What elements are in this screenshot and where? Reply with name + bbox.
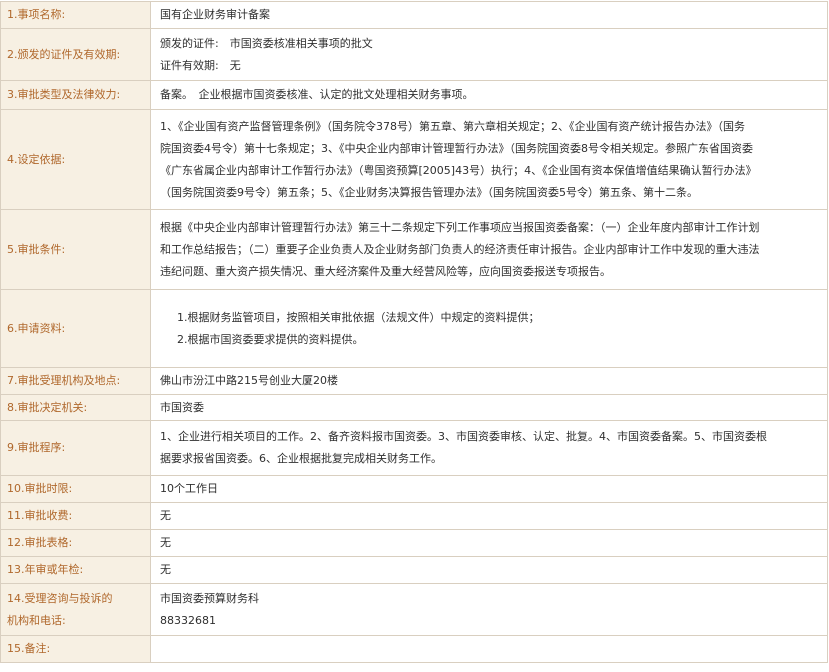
value-line: 1、企业进行相关项目的工作。2、备齐资料报市国资委。3、市国资委审核、认定、批复… (160, 430, 767, 443)
table-row: 6.申请资料: 1.根据财务监管项目，按照相关审批依据（法规文件）中规定的资料提… (0, 289, 828, 368)
table-row: 2.颁发的证件及有效期: 颁发的证件: 市国资委核准相关事项的批文 证件有效期:… (0, 28, 828, 81)
row-label: 2.颁发的证件及有效期: (0, 28, 151, 81)
value-line: 无 (160, 536, 171, 549)
row-label: 11.审批收费: (0, 502, 151, 530)
value-line: 颁发的证件: 市国资委核准相关事项的批文 (160, 36, 373, 50)
table-row: 8.审批决定机关: 市国资委 (0, 394, 828, 421)
row-value: 市国资委 (150, 394, 828, 421)
table-row: 13.年审或年检: 无 (0, 556, 828, 584)
value-line: 10个工作日 (160, 482, 218, 495)
value-line: 无 (160, 509, 171, 522)
table-row: 4.设定依据: 1、《企业国有资产监督管理条例》（国务院令378号）第五章、第六… (0, 109, 828, 210)
value-line: 市国资委预算财务科 (160, 591, 259, 605)
row-label: 6.申请资料: (0, 289, 151, 368)
row-label: 13.年审或年检: (0, 556, 151, 584)
value-line: 国有企业财务审计备案 (160, 8, 270, 21)
value-line: 佛山市汾江中路215号创业大厦20楼 (160, 374, 338, 387)
row-value: 10个工作日 (150, 475, 828, 503)
value-line: 88332681 (160, 613, 216, 627)
table-row: 7.审批受理机构及地点: 佛山市汾江中路215号创业大厦20楼 (0, 367, 828, 395)
row-value: 无 (150, 556, 828, 584)
label-line: 机构和电话: (7, 613, 66, 627)
value-line: 1.根据财务监管项目，按照相关审批依据（法规文件）中规定的资料提供； (177, 310, 540, 324)
row-value (150, 635, 828, 663)
row-value: 1、《企业国有资产监督管理条例》（国务院令378号）第五章、第六章相关规定；2、… (150, 109, 828, 210)
table-row: 3.审批类型及法律效力: 备案。 企业根据市国资委核准、认定的批文处理相关财务事… (0, 80, 828, 110)
value-line: 证件有效期: 无 (160, 58, 241, 72)
document-page: 1.事项名称: 国有企业财务审计备案 2.颁发的证件及有效期: 颁发的证件: 市… (0, 0, 829, 672)
table-row: 11.审批收费: 无 (0, 502, 828, 530)
table-row: 9.审批程序: 1、企业进行相关项目的工作。2、备齐资料报市国资委。3、市国资委… (0, 420, 828, 476)
value-line: 无 (160, 563, 171, 576)
value-line: 违纪问题、重大资产损失情况、重大经济案件及重大经营风险等，应向国资委报送专项报告… (160, 264, 611, 278)
row-value: 颁发的证件: 市国资委核准相关事项的批文 证件有效期: 无 (150, 28, 828, 81)
table-row: 12.审批表格: 无 (0, 529, 828, 557)
row-value: 1.根据财务监管项目，按照相关审批依据（法规文件）中规定的资料提供； 2.根据市… (150, 289, 828, 368)
row-label: 14.受理咨询与投诉的 机构和电话: (0, 583, 151, 636)
row-label: 3.审批类型及法律效力: (0, 80, 151, 110)
label-line: 14.受理咨询与投诉的 (7, 591, 113, 605)
row-value: 1、企业进行相关项目的工作。2、备齐资料报市国资委。3、市国资委审核、认定、批复… (150, 420, 828, 476)
row-value: 无 (150, 529, 828, 557)
row-label: 1.事项名称: (0, 1, 151, 29)
value-line: 市国资委 (160, 400, 204, 414)
value-line: 2.根据市国资委要求提供的资料提供。 (177, 332, 364, 346)
value-line: 《广东省属企业内部审计工作暂行办法》（粤国资预算[2005]43号）执行；4、《… (160, 163, 757, 177)
row-value: 备案。 企业根据市国资委核准、认定的批文处理相关财务事项。 (150, 80, 828, 110)
value-line: 院国资委4号令）第十七条规定；3、《中央企业内部审计管理暂行办法》（国务院国资委… (160, 141, 753, 155)
value-line: 备案。 企业根据市国资委核准、认定的批文处理相关财务事项。 (160, 88, 474, 101)
table-row: 10.审批时限: 10个工作日 (0, 475, 828, 503)
row-label: 8.审批决定机关: (0, 394, 151, 421)
row-value: 无 (150, 502, 828, 530)
row-label: 12.审批表格: (0, 529, 151, 557)
row-value: 国有企业财务审计备案 (150, 1, 828, 29)
row-label: 5.审批条件: (0, 209, 151, 290)
table-row: 1.事项名称: 国有企业财务审计备案 (0, 1, 828, 29)
row-value: 佛山市汾江中路215号创业大厦20楼 (150, 367, 828, 395)
row-label: 7.审批受理机构及地点: (0, 367, 151, 395)
row-label: 9.审批程序: (0, 420, 151, 476)
value-line: 根据《中央企业内部审计管理暂行办法》第三十二条规定下列工作事项应当报国资委备案：… (160, 220, 760, 234)
row-value: 根据《中央企业内部审计管理暂行办法》第三十二条规定下列工作事项应当报国资委备案：… (150, 209, 828, 290)
row-label: 15.备注: (0, 635, 151, 663)
row-label: 10.审批时限: (0, 475, 151, 503)
table-row: 14.受理咨询与投诉的 机构和电话: 市国资委预算财务科 88332681 (0, 583, 828, 636)
table-row: 15.备注: (0, 635, 828, 663)
row-value: 市国资委预算财务科 88332681 (150, 583, 828, 636)
value-line: 和工作总结报告；（二）重要子企业负责人及企业财务部门负责人的经济责任审计报告。企… (160, 242, 760, 256)
value-line: 1、《企业国有资产监督管理条例》（国务院令378号）第五章、第六章相关规定；2、… (160, 119, 745, 133)
table-row: 5.审批条件: 根据《中央企业内部审计管理暂行办法》第三十二条规定下列工作事项应… (0, 209, 828, 290)
value-line: （国务院国资委9号令）第五条；5、《企业财务决算报告管理办法》（国务院国资委5号… (160, 185, 698, 199)
row-label: 4.设定依据: (0, 109, 151, 210)
value-line: 据要求报省国资委。6、企业根据批复完成相关财务工作。 (160, 452, 442, 465)
approval-info-table: 1.事项名称: 国有企业财务审计备案 2.颁发的证件及有效期: 颁发的证件: 市… (0, 1, 828, 663)
